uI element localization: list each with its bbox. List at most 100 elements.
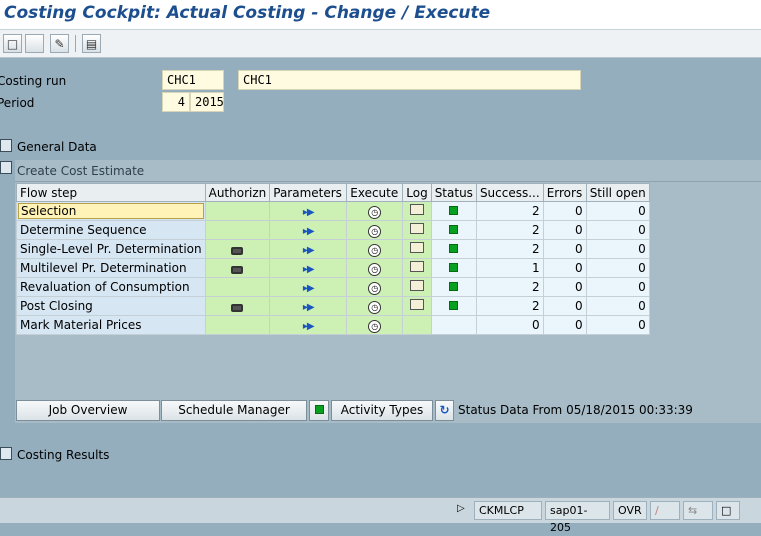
flow-step-label[interactable]: Revaluation of Consumption bbox=[20, 280, 190, 294]
lock-icon[interactable]: □ bbox=[716, 501, 740, 520]
collapse-section-icon[interactable] bbox=[0, 161, 12, 174]
flow-step-label[interactable]: Mark Material Prices bbox=[20, 318, 142, 332]
general-data-label[interactable]: General Data bbox=[17, 140, 97, 154]
open-lock-icon[interactable] bbox=[231, 247, 244, 255]
col-log[interactable]: Log bbox=[402, 183, 432, 202]
expand-results-icon[interactable] bbox=[0, 447, 12, 460]
log-cell[interactable] bbox=[402, 258, 432, 278]
status-indicator-button[interactable] bbox=[309, 400, 329, 421]
parameters-cell[interactable]: ▸▶ bbox=[269, 315, 348, 335]
flow-step-cell[interactable]: Multilevel Pr. Determination bbox=[16, 258, 206, 278]
log-scroll-icon[interactable] bbox=[409, 299, 424, 310]
log-scroll-icon[interactable] bbox=[409, 204, 424, 215]
execute-cell[interactable]: ◷ bbox=[346, 201, 404, 221]
parameters-arrow-icon[interactable]: ▸▶ bbox=[303, 226, 315, 237]
log-cell[interactable] bbox=[402, 201, 432, 221]
execute-clock-icon[interactable]: ◷ bbox=[368, 243, 382, 257]
activity-types-button[interactable]: Activity Types bbox=[331, 400, 433, 421]
open-lock-icon[interactable] bbox=[231, 266, 244, 274]
parameters-arrow-icon[interactable]: ▸▶ bbox=[303, 302, 315, 313]
log-cell[interactable] bbox=[402, 220, 432, 240]
log-scroll-icon[interactable] bbox=[409, 242, 424, 253]
transaction-code[interactable]: CKMLCP bbox=[474, 501, 542, 520]
col-parameters[interactable]: Parameters bbox=[269, 183, 348, 202]
execute-cell[interactable]: ◷ bbox=[346, 258, 404, 278]
flow-step-cell[interactable]: Revaluation of Consumption bbox=[16, 277, 206, 297]
execute-cell[interactable]: ◷ bbox=[346, 239, 404, 259]
table-row[interactable]: Single-Level Pr. Determination ▸▶ ◷ 2 0 0 bbox=[16, 239, 650, 259]
table-row[interactable]: Multilevel Pr. Determination ▸▶ ◷ 1 0 0 bbox=[16, 258, 650, 278]
job-overview-button[interactable]: Job Overview bbox=[16, 400, 160, 421]
flow-step-cell[interactable]: Selection bbox=[16, 201, 206, 221]
log-cell[interactable] bbox=[402, 277, 432, 297]
execute-clock-icon[interactable]: ◷ bbox=[368, 319, 382, 333]
col-errors[interactable]: Errors bbox=[542, 183, 587, 202]
flow-step-label[interactable]: Single-Level Pr. Determination bbox=[20, 242, 202, 256]
parameters-cell[interactable]: ▸▶ bbox=[269, 239, 348, 259]
authorization-cell[interactable] bbox=[204, 201, 271, 221]
flow-step-label[interactable]: Determine Sequence bbox=[20, 223, 146, 237]
flow-step-cell[interactable]: Mark Material Prices bbox=[16, 315, 206, 335]
authorization-cell[interactable] bbox=[204, 296, 271, 316]
log-cell[interactable] bbox=[402, 296, 432, 316]
table-row[interactable]: Mark Material Prices ▸▶ ◷ 0 0 0 bbox=[16, 315, 650, 335]
col-success[interactable]: Success... bbox=[475, 183, 544, 202]
execute-clock-icon[interactable]: ◷ bbox=[368, 224, 382, 238]
schedule-manager-button[interactable]: Schedule Manager bbox=[161, 400, 307, 421]
display-icon[interactable]: ▤ bbox=[82, 34, 101, 53]
parameters-arrow-icon[interactable]: ▸▶ bbox=[303, 264, 315, 275]
flow-step-label[interactable]: Post Closing bbox=[20, 299, 93, 313]
authorization-cell[interactable] bbox=[204, 315, 271, 335]
col-still-open[interactable]: Still open bbox=[585, 183, 650, 202]
log-cell[interactable] bbox=[402, 315, 432, 335]
new-document-icon[interactable]: □ bbox=[3, 34, 22, 53]
execute-clock-icon[interactable]: ◷ bbox=[368, 262, 382, 276]
table-row[interactable]: Selection ▸▶ ◷ 2 0 0 bbox=[16, 201, 650, 221]
log-scroll-icon[interactable] bbox=[409, 261, 424, 272]
parameters-cell[interactable]: ▸▶ bbox=[269, 258, 348, 278]
log-scroll-icon[interactable] bbox=[409, 223, 424, 234]
table-row[interactable]: Determine Sequence ▸▶ ◷ 2 0 0 bbox=[16, 220, 650, 240]
flow-step-cell[interactable]: Determine Sequence bbox=[16, 220, 206, 240]
execute-cell[interactable]: ◷ bbox=[346, 220, 404, 240]
flow-step-cell[interactable]: Post Closing bbox=[16, 296, 206, 316]
execute-clock-icon[interactable]: ◷ bbox=[368, 300, 382, 314]
execute-clock-icon[interactable]: ◷ bbox=[368, 281, 382, 295]
parameters-arrow-icon[interactable]: ▸▶ bbox=[303, 321, 315, 332]
expand-section-icon[interactable] bbox=[0, 139, 12, 152]
flow-step-label[interactable]: Selection bbox=[18, 203, 204, 219]
costing-results-label[interactable]: Costing Results bbox=[17, 448, 109, 462]
period-field[interactable]: 4 bbox=[162, 92, 190, 112]
parameters-cell[interactable]: ▸▶ bbox=[269, 277, 348, 297]
play-arrow-icon[interactable]: ▷ bbox=[457, 503, 465, 514]
col-authorization[interactable]: Authorizn bbox=[204, 183, 271, 202]
parameters-arrow-icon[interactable]: ▸▶ bbox=[303, 245, 315, 256]
authorization-cell[interactable] bbox=[204, 277, 271, 297]
execute-cell[interactable]: ◷ bbox=[346, 296, 404, 316]
table-row[interactable]: Post Closing ▸▶ ◷ 2 0 0 bbox=[16, 296, 650, 316]
col-execute[interactable]: Execute bbox=[346, 183, 404, 202]
authorization-cell[interactable] bbox=[204, 220, 271, 240]
year-field[interactable]: 2015 bbox=[190, 92, 224, 112]
parameters-cell[interactable]: ▸▶ bbox=[269, 220, 348, 240]
parameters-cell[interactable]: ▸▶ bbox=[269, 296, 348, 316]
flow-step-label[interactable]: Multilevel Pr. Determination bbox=[20, 261, 187, 275]
refresh-icon[interactable]: ↻ bbox=[435, 400, 454, 421]
costing-run-field[interactable]: CHC1 bbox=[162, 70, 224, 90]
flow-step-cell[interactable]: Single-Level Pr. Determination bbox=[16, 239, 206, 259]
table-row[interactable]: Revaluation of Consumption ▸▶ ◷ 2 0 0 bbox=[16, 277, 650, 297]
open-lock-icon[interactable] bbox=[231, 304, 244, 312]
col-flow-step[interactable]: Flow step bbox=[16, 183, 206, 202]
insert-mode[interactable]: OVR bbox=[613, 501, 647, 520]
authorization-cell[interactable] bbox=[204, 258, 271, 278]
execute-clock-icon[interactable]: ◷ bbox=[368, 205, 382, 219]
col-status[interactable]: Status bbox=[430, 183, 477, 202]
execute-cell[interactable]: ◷ bbox=[346, 315, 404, 335]
authorization-cell[interactable] bbox=[204, 239, 271, 259]
execute-cell[interactable]: ◷ bbox=[346, 277, 404, 297]
parameters-arrow-icon[interactable]: ▸▶ bbox=[303, 283, 315, 294]
log-cell[interactable] bbox=[402, 239, 432, 259]
blank-icon[interactable] bbox=[25, 34, 44, 53]
log-scroll-icon[interactable] bbox=[409, 280, 424, 291]
parameters-arrow-icon[interactable]: ▸▶ bbox=[303, 207, 315, 218]
